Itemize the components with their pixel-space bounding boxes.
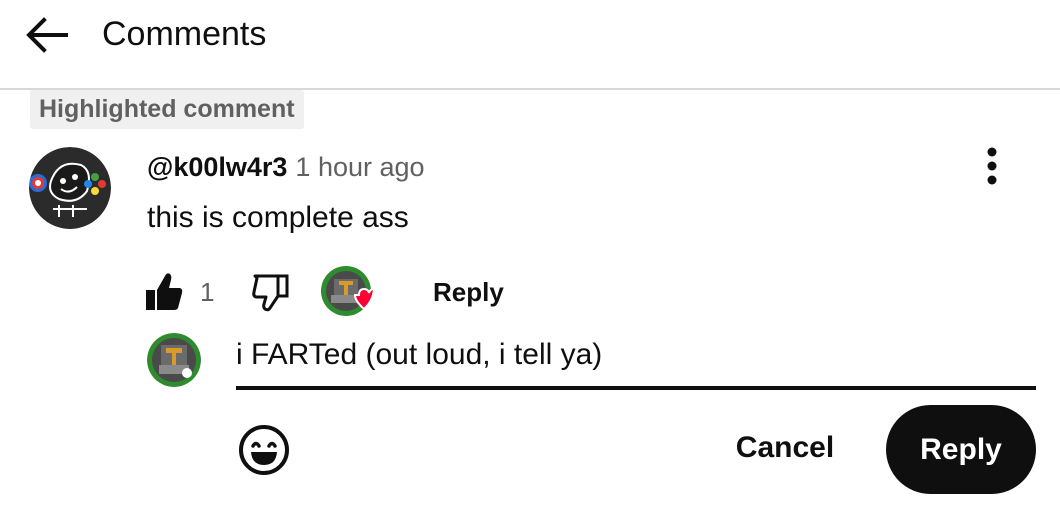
like-count: 1 <box>200 277 215 307</box>
thumbs-up-filled-icon <box>146 273 183 310</box>
cancel-button[interactable]: Cancel <box>715 418 855 478</box>
creator-heart-badge[interactable] <box>319 265 379 321</box>
highlighted-comment-badge: Highlighted comment <box>30 90 304 129</box>
commenter-avatar[interactable] <box>29 147 111 229</box>
reply-input[interactable] <box>236 334 1036 390</box>
comment-meta: @k00lw4r3 1 hour ago <box>147 149 425 185</box>
dislike-button[interactable] <box>250 270 292 314</box>
arrow-left-icon <box>26 17 68 53</box>
back-button[interactable] <box>20 12 72 58</box>
comment-timestamp[interactable]: 1 hour ago <box>295 152 424 182</box>
page-title: Comments <box>102 15 267 53</box>
like-button[interactable] <box>143 270 185 314</box>
comment-menu-button[interactable] <box>972 142 1012 190</box>
emoji-button[interactable] <box>236 424 292 476</box>
reply-submit-button[interactable]: Reply <box>886 405 1036 494</box>
comments-header: Comments <box>0 0 1060 90</box>
more-vertical-icon <box>987 147 997 185</box>
comment-text: this is complete ass <box>147 201 409 234</box>
comment-author[interactable]: @k00lw4r3 <box>147 152 287 182</box>
thumbs-down-icon <box>252 274 289 312</box>
current-user-avatar <box>147 333 201 387</box>
reply-button[interactable]: Reply <box>433 277 504 307</box>
smiley-icon <box>239 425 289 475</box>
